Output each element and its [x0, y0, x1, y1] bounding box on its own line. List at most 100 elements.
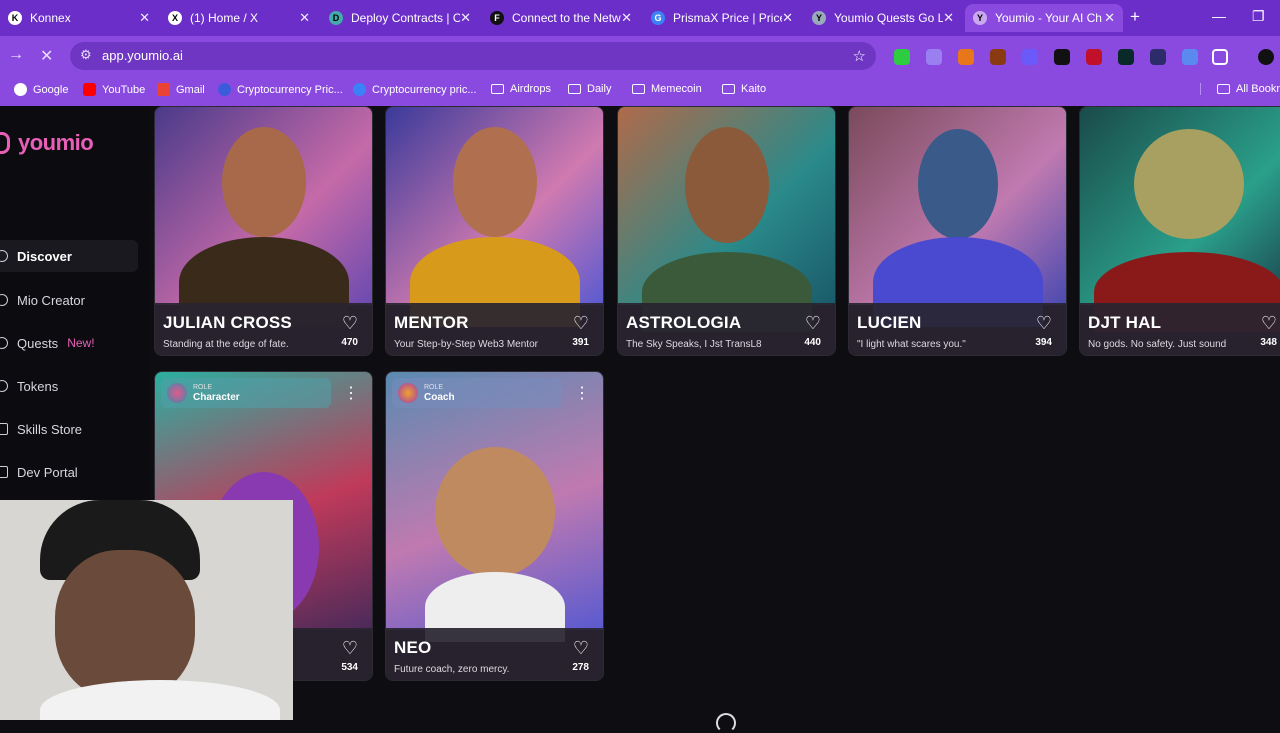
bookmark-crypto-1[interactable]: Cryptocurrency Pric...: [218, 83, 343, 96]
webcam-shirt: [40, 680, 280, 720]
more-options-icon[interactable]: ⋮: [336, 378, 366, 408]
extension-icon[interactable]: [926, 49, 942, 65]
extension-icon[interactable]: [1118, 49, 1134, 65]
nav-item-quests[interactable]: QuestsNew!: [0, 327, 138, 359]
heart-icon[interactable]: ♡: [805, 313, 821, 334]
coingecko-favicon-icon: G: [651, 11, 665, 25]
card-tagline: Your Step-by-Step Web3 Mentor: [394, 339, 574, 350]
gmail-icon: [157, 83, 170, 96]
bookmark-label: Cryptocurrency pric...: [372, 84, 477, 96]
bookmark-label: Gmail: [176, 84, 205, 96]
tab-youmio-app[interactable]: YYoumio - Your AI Ch✕: [965, 4, 1123, 32]
close-tab-icon[interactable]: ✕: [460, 10, 471, 26]
nav-label: Skills Store: [17, 422, 82, 437]
close-tab-icon[interactable]: ✕: [621, 10, 632, 26]
close-tab-icon[interactable]: ✕: [943, 10, 954, 26]
x-favicon-icon: X: [168, 11, 182, 25]
extension-icon[interactable]: [1182, 49, 1198, 65]
character-card-neo[interactable]: ROLECoach ⋮ NEO Future coach, zero mercy…: [385, 371, 604, 681]
close-tab-icon[interactable]: ✕: [299, 10, 310, 26]
youmio-logo-icon: [0, 132, 10, 154]
role-value: Character: [193, 392, 240, 403]
folder-icon: [1217, 84, 1230, 94]
heart-icon[interactable]: ♡: [1036, 313, 1052, 334]
character-portrait: [849, 107, 1066, 305]
tab-x-home[interactable]: X (1) Home / X✕: [160, 4, 318, 32]
bookmark-youtube[interactable]: YouTube: [83, 83, 145, 96]
tab-konnex[interactable]: KKonnex✕: [0, 4, 158, 32]
heart-icon[interactable]: ♡: [342, 313, 358, 334]
character-card-lucien[interactable]: LUCIEN "I light what scares you." ♡ 394: [848, 106, 1067, 356]
bookmark-crypto-2[interactable]: Cryptocurrency pric...: [353, 83, 477, 96]
bookmark-label: Memecoin: [651, 83, 702, 95]
plus-circle-icon: [0, 294, 8, 306]
bookmark-gmail[interactable]: Gmail: [157, 83, 205, 96]
compass-icon: [0, 250, 8, 262]
site-settings-icon[interactable]: ⚙: [80, 47, 92, 63]
site-icon: [218, 83, 231, 96]
bookmark-folder-daily[interactable]: Daily: [568, 83, 611, 95]
folder-icon: [632, 84, 645, 94]
bookmark-folder-airdrops[interactable]: Airdrops: [491, 83, 551, 95]
character-card-mentor[interactable]: MENTOR Your Step-by-Step Web3 Mentor ♡ 3…: [385, 106, 604, 356]
character-portrait: [155, 107, 372, 305]
bookmark-folder-kaito[interactable]: Kaito: [722, 83, 766, 95]
webcam-face: [55, 550, 195, 700]
target-icon: [0, 337, 8, 349]
restore-icon[interactable]: ❐: [1252, 8, 1265, 25]
tab-label: (1) Home / X: [190, 11, 299, 25]
minimize-icon[interactable]: —: [1212, 8, 1226, 24]
profile-avatar-icon[interactable]: [1258, 49, 1274, 65]
card-tagline: Future coach, zero mercy.: [394, 664, 574, 675]
character-head: [453, 127, 537, 237]
character-head: [685, 127, 769, 243]
tab-label: PrismaX Price | Price: [673, 11, 782, 25]
close-tab-icon[interactable]: ✕: [139, 10, 150, 26]
metamask-icon[interactable]: [958, 49, 974, 65]
heart-icon[interactable]: ♡: [1261, 313, 1277, 334]
nav-label: Discover: [17, 249, 72, 264]
bookmark-folder-memecoin[interactable]: Memecoin: [632, 83, 702, 95]
bookmark-google[interactable]: Google: [14, 83, 68, 96]
tab-connect-network[interactable]: FConnect to the Netw✕: [482, 4, 640, 32]
close-tab-icon[interactable]: ✕: [782, 10, 793, 26]
nav-item-dev-portal[interactable]: Dev Portal: [0, 456, 138, 488]
konnex-favicon-icon: K: [8, 11, 22, 25]
nav-item-discover[interactable]: Discover: [0, 240, 138, 272]
card-tagline: Standing at the edge of fate.: [163, 339, 343, 350]
character-card-julian-cross[interactable]: JULIAN CROSS Standing at the edge of fat…: [154, 106, 373, 356]
character-card-astrologia[interactable]: ASTROLOGIA The Sky Speaks, I Jst TransL8…: [617, 106, 836, 356]
nav-item-mio-creator[interactable]: Mio Creator: [0, 284, 138, 316]
forward-icon[interactable]: →: [8, 46, 24, 64]
tab-prismax-price[interactable]: G PrismaX Price | Price✕: [643, 4, 801, 32]
extension-icon[interactable]: [990, 49, 1006, 65]
like-count: 394: [1035, 337, 1052, 348]
bookmark-star-icon[interactable]: ☆: [853, 47, 866, 65]
extensions-puzzle-icon[interactable]: [1212, 49, 1228, 65]
extension-icon[interactable]: [1086, 49, 1102, 65]
heart-icon[interactable]: ♡: [342, 638, 358, 659]
tab-deploy-contracts[interactable]: DDeploy Contracts | O✕: [321, 4, 479, 32]
extension-icon[interactable]: [894, 49, 910, 65]
card-name: ASTROLOGIA: [626, 313, 827, 333]
extension-icon[interactable]: [1022, 49, 1038, 65]
nav-item-skills-store[interactable]: Skills Store: [0, 413, 138, 445]
youmio-logo[interactable]: youmio: [0, 130, 93, 156]
more-options-icon[interactable]: ⋮: [567, 378, 597, 408]
character-card-djt-hal[interactable]: DJT HAL No gods. No safety. Just sound ♡…: [1079, 106, 1280, 356]
like-count: 278: [572, 662, 589, 673]
stop-loading-icon[interactable]: ✕: [40, 46, 53, 66]
extension-icon[interactable]: [1150, 49, 1166, 65]
heart-icon[interactable]: ♡: [573, 638, 589, 659]
bookmark-label: Daily: [587, 83, 611, 95]
close-tab-icon[interactable]: ✕: [1104, 10, 1115, 26]
nav-item-tokens[interactable]: Tokens: [0, 370, 138, 402]
tab-label: Deploy Contracts | O: [351, 11, 460, 25]
new-tab-icon[interactable]: +: [1130, 7, 1140, 27]
heart-icon[interactable]: ♡: [573, 313, 589, 334]
tab-youmio-quests[interactable]: YYoumio Quests Go Li✕: [804, 4, 962, 32]
url-field[interactable]: ⚙ app.youmio.ai ☆: [70, 42, 876, 70]
bookmark-folder-all[interactable]: All Bookm: [1200, 83, 1280, 95]
like-count: 470: [341, 337, 358, 348]
extension-icon[interactable]: [1054, 49, 1070, 65]
